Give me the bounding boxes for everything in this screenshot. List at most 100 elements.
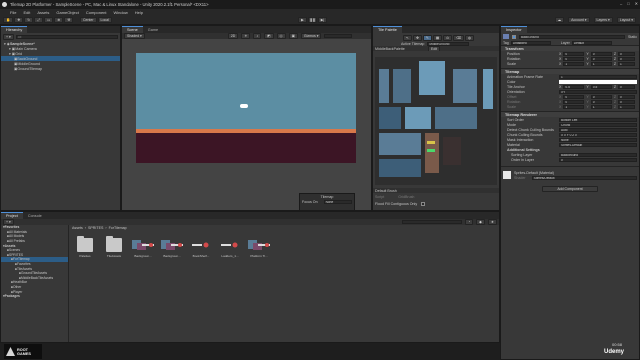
shading-dropdown[interactable]: Shaded ▾	[124, 33, 145, 39]
anchor-y-field[interactable]: 0.5	[590, 84, 612, 89]
scale-tool-icon[interactable]: ⤢	[34, 17, 44, 23]
anchor-z-field[interactable]: 0	[618, 84, 636, 89]
layers-dropdown[interactable]: Layers ▾	[593, 17, 613, 23]
step-button[interactable]: ▶|	[318, 17, 327, 23]
play-button[interactable]: ▶	[298, 17, 307, 23]
filter-type-icon[interactable]: ◔	[465, 219, 474, 225]
frame-rate-field[interactable]: 1	[559, 74, 637, 79]
scene-search-input[interactable]	[324, 34, 353, 38]
lighting-icon[interactable]: ☀	[241, 33, 251, 39]
renderer-row-value[interactable]: Bottom Left	[559, 117, 637, 122]
tab-inspector[interactable]: Inspector	[501, 26, 527, 33]
menu-item-edit[interactable]: Edit	[23, 10, 30, 15]
orientation-dropdown[interactable]: XY	[559, 89, 637, 94]
eraser-tool-icon[interactable]: ⌫	[453, 35, 465, 41]
menu-item-help[interactable]: Help	[135, 10, 143, 15]
transform-z-field[interactable]: 0	[618, 51, 636, 56]
project-search-input[interactable]	[402, 220, 463, 224]
breadcrumb-item[interactable]: SPRITES	[88, 226, 103, 230]
collab-icon[interactable]: ☁	[554, 17, 565, 23]
asset-item[interactable]: TileAssets	[102, 236, 126, 258]
move-tool-icon[interactable]: ✥	[14, 17, 24, 23]
asset-item[interactable]: Backgroun...	[160, 238, 184, 258]
transform-tool-icon[interactable]: ⊕	[54, 17, 64, 23]
focus-on-dropdown[interactable]: None	[323, 199, 352, 204]
picker-tool-icon[interactable]: ⊙	[443, 35, 453, 41]
transform-x-field[interactable]: 1	[563, 61, 585, 66]
renderer-row-value[interactable]: Auto	[559, 127, 637, 132]
pause-button[interactable]: ❚❚	[308, 17, 317, 23]
hidden-objects-icon[interactable]: ◎	[276, 33, 286, 39]
project-tree-item[interactable]: ▾ Packages	[1, 294, 68, 299]
breadcrumb-item[interactable]: ForTilemap	[109, 226, 127, 230]
color-swatch[interactable]	[559, 79, 637, 84]
space-toggle[interactable]: Local	[97, 17, 112, 23]
maximize-icon[interactable]: □	[627, 1, 629, 6]
menu-item-component[interactable]: Component	[86, 10, 107, 15]
move-palette-tool-icon[interactable]: ✥	[412, 35, 422, 41]
add-component-button[interactable]: Add Component	[542, 186, 598, 192]
asset-item[interactable]: Ladders_1...	[218, 238, 242, 258]
anchor-x-field[interactable]: 0.5	[563, 84, 585, 89]
static-toggle[interactable]: Static	[628, 35, 637, 39]
layout-dropdown[interactable]: Layout ▾	[616, 17, 636, 23]
active-tilemap-dropdown[interactable]: MiddleGround	[427, 41, 470, 46]
renderer-row-value[interactable]: Chunk	[559, 122, 637, 127]
transform-y-field[interactable]: 1	[590, 61, 612, 66]
account-dropdown[interactable]: Account ▾	[568, 17, 590, 23]
favorite-icon[interactable]: ★	[487, 219, 497, 225]
hierarchy-item[interactable]: ▣ GroundTilemap	[1, 66, 120, 71]
tab-console[interactable]: Console	[23, 212, 47, 219]
flood-fill-checkbox[interactable]	[421, 201, 426, 206]
select-tool-icon[interactable]: ↖	[403, 35, 412, 41]
transform-z-field[interactable]: 1	[618, 61, 636, 66]
rect-tool-icon[interactable]: ▭	[44, 17, 54, 23]
scene-camera-icon[interactable]: ▣	[288, 33, 298, 39]
menu-item-gameobject[interactable]: GameObject	[56, 10, 78, 15]
breadcrumb-item[interactable]: Assets	[72, 226, 83, 230]
default-brush-dropdown[interactable]: Default Brush	[373, 188, 499, 193]
filter-label-icon[interactable]: ◆	[476, 219, 485, 225]
asset-item[interactable]: BookShelf...	[189, 238, 213, 258]
tab-hierarchy[interactable]: Hierarchy	[1, 26, 28, 33]
layer-dropdown[interactable]: Default	[571, 40, 612, 45]
audio-icon[interactable]: ♪	[253, 33, 262, 39]
menu-item-window[interactable]: Window	[114, 10, 128, 15]
asset-item[interactable]: Backgroun...	[131, 238, 155, 258]
hierarchy-search-input[interactable]: All	[15, 35, 118, 39]
transform-x-field[interactable]: 0	[563, 56, 585, 61]
tab-scene[interactable]: Scene	[122, 26, 143, 33]
rotate-tool-icon[interactable]: ↻	[24, 17, 34, 23]
active-checkbox[interactable]	[512, 34, 516, 39]
create-button[interactable]: + ▾	[3, 34, 14, 40]
transform-z-field[interactable]: 0	[618, 56, 636, 61]
order-in-layer-field[interactable]: 0	[559, 157, 637, 162]
renderer-row-value[interactable]: None	[559, 137, 637, 142]
sorting-layer-dropdown[interactable]: Background	[559, 152, 637, 157]
brush-tool-icon[interactable]: ✎	[422, 35, 432, 41]
transform-x-field[interactable]: 0	[563, 51, 585, 56]
tab-project[interactable]: Project	[1, 212, 23, 219]
custom-tool-icon[interactable]: ⚒	[64, 17, 74, 23]
close-icon[interactable]: ✕	[635, 1, 638, 6]
minimize-icon[interactable]: –	[620, 1, 622, 6]
palette-edit-button[interactable]: Edit	[428, 46, 441, 51]
gizmos-dropdown[interactable]: Gizmos ▾	[300, 33, 322, 39]
object-name-field[interactable]: BackGround	[519, 34, 625, 39]
menu-item-file[interactable]: File	[10, 10, 16, 15]
tab-tile-palette[interactable]: Tile Palette	[373, 26, 402, 33]
fill-tool-icon[interactable]: ◍	[465, 35, 475, 41]
asset-item[interactable]: Platform Ti...	[247, 238, 271, 258]
palette-dropdown[interactable]: MiddleBackPalette	[375, 47, 425, 51]
renderer-row-value[interactable]: Sprites-Default	[559, 142, 637, 147]
pivot-toggle[interactable]: Center	[80, 17, 97, 23]
tab-game[interactable]: Game	[143, 26, 163, 33]
renderer-row-value[interactable]: X 0 Y 0 Z 0	[559, 132, 637, 137]
asset-item[interactable]: Palettes	[73, 236, 97, 258]
transform-y-field[interactable]: 0	[590, 56, 612, 61]
hand-tool-icon[interactable]: ✋	[3, 17, 14, 23]
menu-item-assets[interactable]: Assets	[37, 10, 49, 15]
mode-2d-toggle[interactable]: 2D	[227, 33, 239, 39]
tag-dropdown[interactable]: Untagged	[510, 40, 551, 45]
effects-icon[interactable]: ◩	[264, 33, 274, 39]
